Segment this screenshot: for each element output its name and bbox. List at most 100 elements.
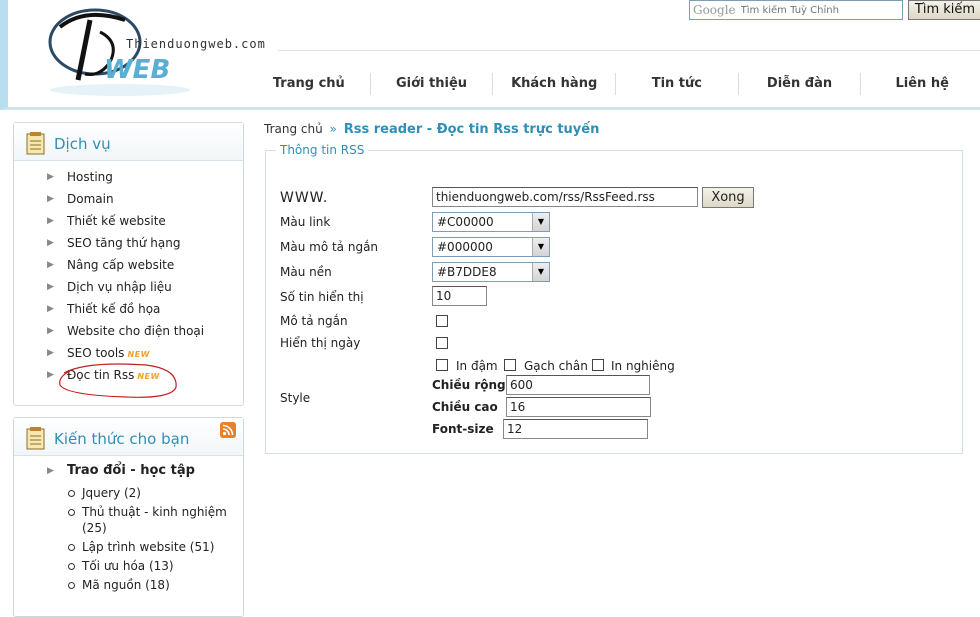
service-seo[interactable]: ▶ SEO tăng thứ hạng bbox=[14, 232, 243, 254]
chevron-down-icon: ▼ bbox=[532, 213, 549, 231]
nav-about[interactable]: Giới thiệu bbox=[369, 73, 493, 95]
knowledge-title: Kiến thức cho bạn bbox=[54, 430, 190, 448]
knowledge-item-label: Lập trình website (51) bbox=[82, 540, 215, 554]
nav-forum[interactable]: Diễn đàn bbox=[737, 73, 861, 95]
nav-news[interactable]: Tin tức bbox=[615, 73, 738, 95]
nav-contact[interactable]: Liên hệ bbox=[860, 73, 980, 95]
rss-url-input[interactable]: thienduongweb.com/rss/RssFeed.rss bbox=[432, 187, 698, 207]
italic-label: In nghiêng bbox=[611, 359, 675, 373]
underline-checkbox[interactable] bbox=[504, 359, 516, 371]
service-label: Dịch vụ nhập liệu bbox=[67, 280, 172, 294]
knowledge-item-label: Jquery (2) bbox=[82, 486, 141, 500]
bold-checkbox[interactable] bbox=[436, 359, 448, 371]
breadcrumb-current: Rss reader - Đọc tin Rss trực tuyến bbox=[343, 122, 600, 137]
main-nav: Trang chủ Giới thiệu Khách hàng Tin tức … bbox=[248, 73, 980, 95]
arrow-right-icon: ▶ bbox=[47, 466, 54, 476]
link-color-label: Màu link bbox=[280, 215, 331, 229]
knowledge-item-label: Mã nguồn (18) bbox=[82, 578, 170, 592]
breadcrumb: Trang chủ » Rss reader - Đọc tin Rss trự… bbox=[264, 122, 599, 137]
desc-color-select[interactable]: #000000 ▼ bbox=[432, 237, 550, 257]
arrow-right-icon: ▶ bbox=[47, 172, 54, 182]
knowledge-group[interactable]: ▶ Trao đổi - học tập bbox=[14, 460, 243, 482]
notepad-icon bbox=[26, 427, 45, 450]
search-box[interactable]: Google bbox=[689, 0, 903, 20]
show-date-label: Hiển thị ngày bbox=[280, 336, 361, 350]
arrow-right-icon: ▶ bbox=[47, 194, 54, 204]
arrow-right-icon: ▶ bbox=[47, 370, 54, 380]
knowledge-list: Jquery (2) Thủ thuật - kinh nghiệm (25) … bbox=[14, 485, 243, 593]
service-label: SEO tăng thứ hạng bbox=[67, 236, 181, 250]
knowledge-item[interactable]: Thủ thuật - kinh nghiệm (25) bbox=[14, 504, 243, 536]
width-input[interactable]: 600 bbox=[506, 375, 650, 395]
bullet-icon bbox=[68, 509, 75, 516]
service-label: SEO tools bbox=[67, 346, 125, 360]
service-hosting[interactable]: ▶ Hosting bbox=[14, 166, 243, 188]
nav-customers[interactable]: Khách hàng bbox=[492, 73, 615, 95]
breadcrumb-separator: » bbox=[329, 122, 337, 136]
bg-color-value: #B7DDE8 bbox=[437, 265, 497, 279]
search-input[interactable] bbox=[740, 4, 891, 16]
service-graphic-design[interactable]: ▶ Thiết kế đồ họa bbox=[14, 298, 243, 320]
knowledge-item[interactable]: Tối ưu hóa (13) bbox=[14, 558, 243, 574]
arrow-right-icon: ▶ bbox=[47, 326, 54, 336]
knowledge-item[interactable]: Mã nguồn (18) bbox=[14, 577, 243, 593]
underline-label: Gạch chân bbox=[524, 359, 588, 373]
services-box-header: Dịch vụ bbox=[14, 123, 243, 161]
knowledge-group-label: Trao đổi - học tập bbox=[67, 463, 195, 478]
knowledge-box: Kiến thức cho bạn ▶ Trao đổi - học tập Jq… bbox=[13, 417, 244, 617]
fontsize-input[interactable]: 12 bbox=[503, 419, 648, 439]
bold-label: In đậm bbox=[456, 359, 498, 373]
short-desc-checkbox[interactable] bbox=[436, 315, 448, 327]
count-label: Số tin hiển thị bbox=[280, 290, 364, 304]
breadcrumb-home[interactable]: Trang chủ bbox=[264, 122, 323, 136]
bg-color-label: Màu nền bbox=[280, 265, 332, 279]
knowledge-box-header: Kiến thức cho bạn bbox=[14, 418, 243, 456]
search-button[interactable]: Tìm kiếm bbox=[908, 0, 980, 20]
count-input[interactable]: 10 bbox=[432, 286, 487, 306]
service-web-design[interactable]: ▶ Thiết kế website bbox=[14, 210, 243, 232]
services-title: Dịch vụ bbox=[54, 135, 111, 153]
rss-icon[interactable] bbox=[220, 422, 236, 438]
service-mobile-site[interactable]: ▶ Website cho điện thoại bbox=[14, 320, 243, 342]
google-logo: Google bbox=[693, 3, 736, 17]
arrow-right-icon: ▶ bbox=[47, 282, 54, 292]
new-badge: NEW bbox=[127, 350, 150, 359]
service-label: Domain bbox=[67, 192, 114, 206]
service-label: Nâng cấp website bbox=[67, 258, 175, 272]
italic-checkbox[interactable] bbox=[592, 359, 604, 371]
arrow-right-icon: ▶ bbox=[47, 260, 54, 270]
arrow-right-icon: ▶ bbox=[47, 238, 54, 248]
knowledge-item[interactable]: Jquery (2) bbox=[14, 485, 243, 501]
service-label: Thiết kế website bbox=[67, 214, 166, 228]
service-data-entry[interactable]: ▶ Dịch vụ nhập liệu bbox=[14, 276, 243, 298]
arrow-right-icon: ▶ bbox=[47, 216, 54, 226]
service-upgrade[interactable]: ▶ Nâng cấp website bbox=[14, 254, 243, 276]
red-highlight-circle bbox=[59, 363, 177, 398]
chevron-down-icon: ▼ bbox=[532, 238, 549, 256]
desc-color-label: Màu mô tả ngắn bbox=[280, 240, 379, 254]
knowledge-item-label: Tối ưu hóa (13) bbox=[82, 559, 174, 573]
height-input[interactable]: 16 bbox=[506, 397, 651, 417]
logo-text: Thienduongweb.com bbox=[126, 37, 266, 51]
service-label: Website cho điện thoại bbox=[67, 324, 205, 338]
style-label: Style bbox=[280, 391, 311, 405]
submit-button[interactable]: Xong bbox=[702, 187, 754, 208]
header-divider bbox=[278, 50, 980, 51]
show-date-checkbox[interactable] bbox=[436, 337, 448, 349]
knowledge-item[interactable]: Lập trình website (51) bbox=[14, 539, 243, 555]
rss-fieldset-legend: Thông tin RSS bbox=[276, 143, 369, 157]
notepad-icon bbox=[26, 132, 45, 155]
knowledge-item-label: Thủ thuật - kinh nghiệm (25) bbox=[82, 505, 227, 535]
link-color-value: #C00000 bbox=[437, 215, 494, 229]
link-color-select[interactable]: #C00000 ▼ bbox=[432, 212, 550, 232]
bg-color-select[interactable]: #B7DDE8 ▼ bbox=[432, 262, 550, 282]
service-label: Hosting bbox=[67, 170, 113, 184]
short-desc-label: Mô tả ngắn bbox=[280, 314, 348, 328]
bullet-icon bbox=[68, 544, 75, 551]
nav-home[interactable]: Trang chủ bbox=[248, 73, 370, 95]
service-label: Thiết kế đồ họa bbox=[67, 302, 161, 316]
arrow-right-icon: ▶ bbox=[47, 304, 54, 314]
services-box: Dịch vụ ▶ Hosting ▶ Domain ▶ Thiết kế websi… bbox=[13, 122, 244, 406]
height-label: Chiều cao bbox=[432, 400, 498, 414]
service-domain[interactable]: ▶ Domain bbox=[14, 188, 243, 210]
